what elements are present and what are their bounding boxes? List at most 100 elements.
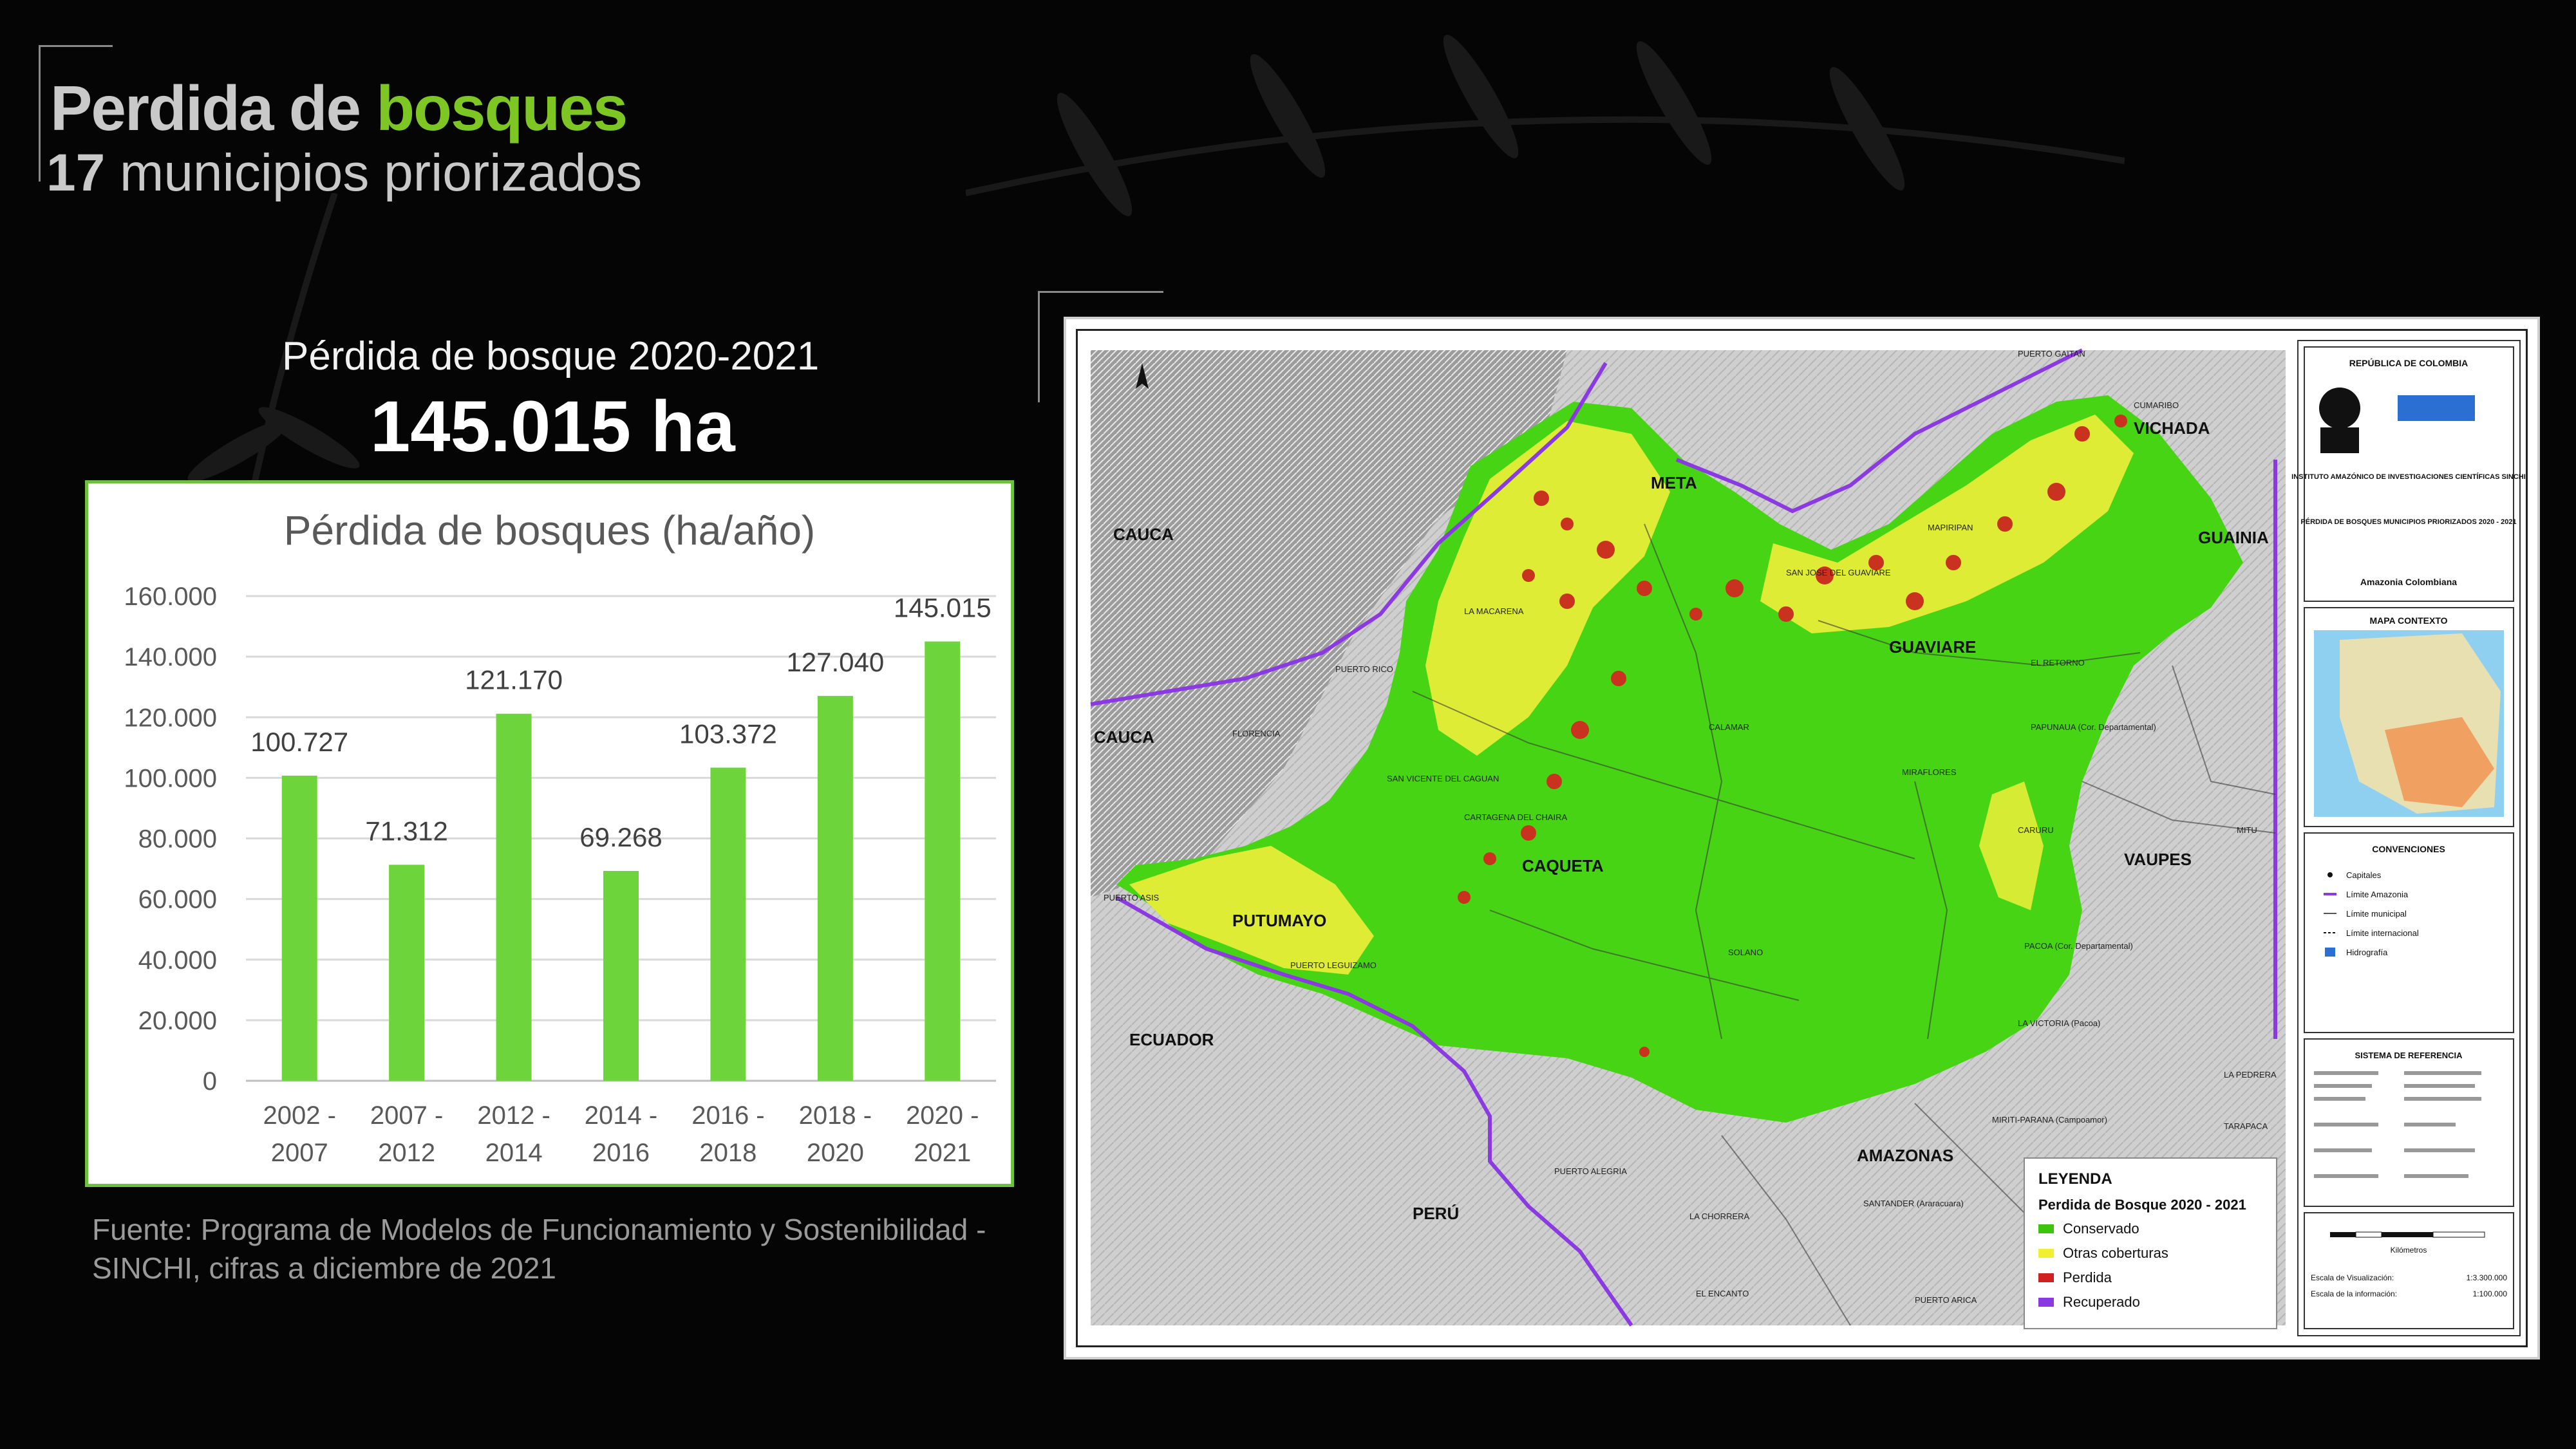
chart-title: Pérdida de bosques (ha/año) [284,507,815,554]
map-label-miriti: MIRITI-PARANA (Campoamor) [1992,1115,2107,1125]
map-panel: META VICHADA GUAINIA CAUCA CAUCA GUAVIAR… [1064,317,2540,1360]
legend-subtitle: Perdida de Bosque 2020 - 2021 [2038,1197,2246,1213]
data-label: 100.727 [250,727,348,757]
map-label-guaviare: GUAVIARE [1889,637,1976,657]
sidebar-instituto: INSTITUTO AMAZÓNICO DE INVESTIGACIONES C… [2291,472,2526,481]
title-accent-line-v [39,46,41,182]
kpi-label: Pérdida de bosque 2020-2021 [282,334,820,379]
map-label-cumaribo: CUMARIBO [2134,400,2179,410]
map-label-puerto-alegria: PUERTO ALEGRIA [1554,1166,1627,1176]
map-label-amazonas: AMAZONAS [1857,1146,1953,1165]
map-accent-line-v [1038,293,1040,402]
subtitle-text: municipios priorizados [120,144,643,202]
y-tick-label: 80.000 [138,825,217,854]
map-label-cauca: CAUCA [1113,525,1174,544]
data-label: 71.312 [365,816,447,846]
data-label: 145.015 [894,593,992,623]
y-tick-label: 20.000 [138,1007,217,1035]
bar [496,713,532,1081]
y-tick-label: 0 [203,1067,217,1096]
map-label-vaupes: VAUPES [2124,850,2192,869]
map-label-puerto-asis: PUERTO ASIS [1104,893,1160,902]
sidebar-contexto: MAPA CONTEXTO [2369,615,2447,626]
legend-item-label: Perdida [2063,1269,2112,1285]
source-note: Fuente: Programa de Modelos de Funcionam… [92,1210,1058,1287]
convencion-hidrografia: Hidrografía [2346,948,2388,957]
page-title: Perdida de bosques [50,72,628,145]
bar-chart-svg: Pérdida de bosques (ha/año) 0 20.000 40.000… [124,507,996,1167]
map-label-la-chorrera: LA CHORRERA [1689,1211,1750,1221]
x-tick-label: 2014 [485,1139,543,1167]
y-tick-label: 60.000 [138,886,217,914]
convencion-limite-internacional: Límite internacional [2346,928,2419,938]
map-label-la-victoria: LA VICTORIA (Pacoa) [2018,1018,2100,1028]
convencion-limite-amazonia: Límite Amazonia [2346,890,2409,899]
map-inner-frame: META VICHADA GUAINIA CAUCA CAUCA GUAVIAR… [1076,329,2528,1347]
x-tick-label: 2020 - [906,1101,979,1130]
bar [817,696,853,1081]
map-label-papunaua: PAPUNAUA (Cor. Departamental) [2031,722,2156,732]
map-label-florencia: FLORENCIA [1232,729,1281,738]
map-label-meta: META [1651,473,1697,492]
map-accent-line-h [1038,291,1163,293]
y-tick-label: 160.000 [124,583,217,611]
x-tick-label: 2007 [271,1139,328,1167]
source-line-2: SINCHI, cifras a diciembre de 2021 [92,1251,556,1285]
map-label-guainia: GUAINIA [2198,528,2269,547]
scale-km-label: Kilómetros [2391,1246,2427,1255]
x-tick-label: 2014 - [585,1101,657,1130]
map-label-mapiripan: MAPIRIPAN [1928,523,1973,532]
deforestation-map: META VICHADA GUAINIA CAUCA CAUCA GUAVIAR… [1090,340,2526,1336]
escala-informacion-value: 1:100.000 [2473,1289,2508,1298]
map-label-puerto-rico: PUERTO RICO [1335,664,1393,674]
title-part1: Perdida de [50,73,361,144]
convencion-limite-municipal: Límite municipal [2346,909,2407,919]
bar [281,775,317,1081]
x-tick-label: 2020 [807,1139,864,1167]
x-tick-label: 2007 - [370,1101,443,1130]
convencion-capitales: Capitales [2346,870,2382,880]
bar [603,871,639,1081]
data-label: 127.040 [786,647,884,677]
map-label-peru: PERÚ [1413,1204,1459,1223]
x-tick-label: 2016 - [691,1101,764,1130]
x-tick-label: 2018 - [799,1101,872,1130]
map-label-el-encanto: EL ENCANTO [1696,1289,1749,1298]
sidebar-region: Amazonia Colombiana [2360,577,2457,587]
bar [710,767,746,1081]
title-accent-line-h [39,45,113,47]
data-label: 103.372 [679,719,777,749]
y-tick-label: 100.000 [124,764,217,792]
sidebar-map-title: PÉRDIDA DE BOSQUES MUNICIPIOS PRIORIZADO… [2300,518,2516,526]
map-label-miraflores: MIRAFLORES [1902,767,1957,777]
map-label-la-pedrera: LA PEDRERA [2224,1070,2277,1080]
map-legend: LEYENDA Perdida de Bosque 2020 - 2021 Co… [2024,1157,2277,1329]
x-tick-label: 2012 - [477,1101,550,1130]
y-tick-label: 120.000 [124,704,217,732]
map-label-san-jose: SAN JOSE DEL GUAVIARE [1786,568,1891,577]
source-line-1: Fuente: Programa de Modelos de Funcionam… [92,1213,986,1246]
map-label-calamar: CALAMAR [1709,722,1749,732]
map-label-puerto-gaitan: PUERTO GAITAN [2018,349,2085,359]
map-label-putumayo: PUTUMAYO [1232,911,1326,930]
y-tick-label: 140.000 [124,643,217,671]
escala-visualizacion: Escala de Visualización: [2311,1273,2394,1282]
sidebar-republica: REPÚBLICA DE COLOMBIA [2349,357,2468,368]
scale-bar [2330,1231,2485,1238]
map-label-puerto-leguizamo: PUERTO LEGUIZAMO [1290,960,1377,970]
colombia-gov-logo [2398,395,2475,421]
map-sidebar: REPÚBLICA DE COLOMBIA INSTITUTO AMAZÓNIC… [2291,340,2526,1336]
map-label-solano: SOLANO [1728,948,1763,957]
bar [925,641,961,1081]
map-label-vichada: VICHADA [2134,418,2210,438]
map-label-tarapaca: TARAPACA [2224,1121,2268,1131]
escala-visualizacion-value: 1:3.300.000 [2467,1273,2508,1282]
kpi-value: 145.015 ha [370,386,735,467]
sidebar-convenciones-title: CONVENCIONES [2372,844,2445,854]
fern-decoration-top [966,35,2125,216]
escala-informacion: Escala de la información: [2311,1289,2397,1298]
map-label-pacoa: PACOA (Cor. Departamental) [2024,941,2133,951]
x-tick-label: 2016 [592,1139,650,1167]
map-label-ecuador: ECUADOR [1129,1030,1214,1049]
legend-item-label: Conservado [2063,1220,2139,1237]
